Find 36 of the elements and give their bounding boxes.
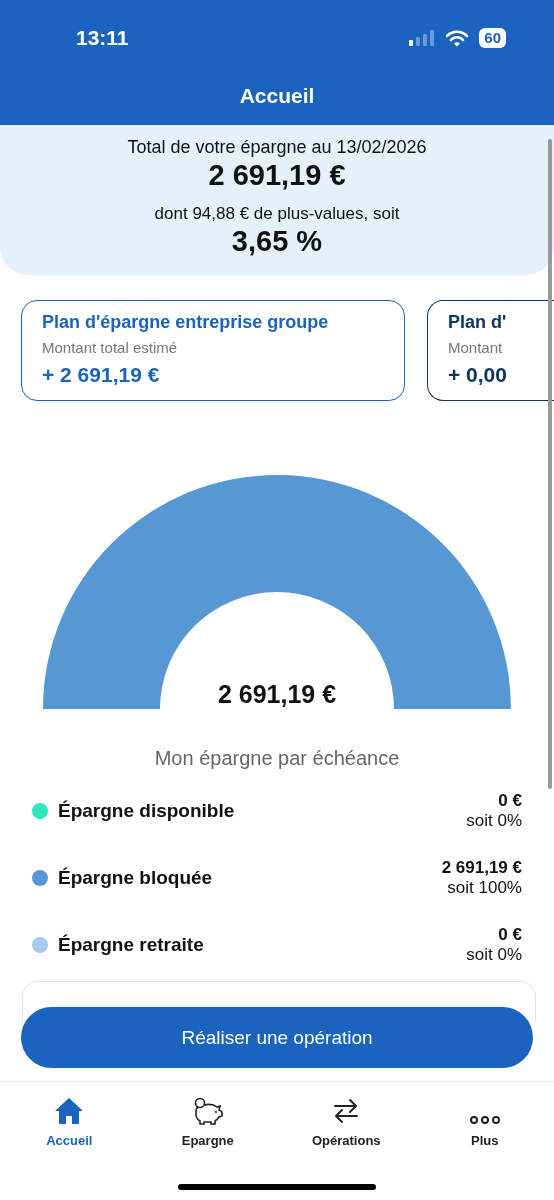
legend-label: Épargne bloquée bbox=[58, 866, 214, 889]
summary-label: Total de votre épargne au 13/02/2026 bbox=[126, 137, 428, 158]
more-icon bbox=[469, 1115, 500, 1125]
plan-amount: + 2 691,19 € bbox=[42, 363, 161, 387]
plan-amount: + 0,00 bbox=[448, 363, 508, 387]
battery-level: 60 bbox=[479, 28, 506, 48]
gauge-caption: Mon épargne par échéance bbox=[153, 747, 401, 770]
plan-title: Plan d'épargne entreprise groupe bbox=[42, 312, 330, 333]
transfer-arrows-icon bbox=[332, 1097, 361, 1125]
plan-card[interactable]: Plan d' Montant + 0,00 bbox=[427, 300, 554, 401]
nav-tab[interactable]: Accueil bbox=[0, 1094, 139, 1148]
legend-label: Épargne retraite bbox=[58, 933, 205, 956]
wifi-icon bbox=[445, 29, 470, 47]
operation-button[interactable]: Réaliser une opération bbox=[21, 1007, 533, 1068]
home-icon bbox=[54, 1097, 85, 1125]
total-amount: 2 691,19 € bbox=[207, 158, 347, 192]
legend-share: soit 0% bbox=[466, 810, 522, 831]
legend-label: Épargne disponible bbox=[58, 799, 236, 822]
page-title: Accueil bbox=[238, 84, 316, 108]
nav-tab[interactable]: Epargne bbox=[138, 1094, 277, 1148]
gains-label: dont 94,88 € de plus-values, soit bbox=[153, 204, 401, 224]
nav-tab[interactable]: Plus bbox=[415, 1094, 554, 1148]
nav-tab[interactable]: Opérations bbox=[277, 1094, 416, 1148]
status-time: 13:11 bbox=[76, 26, 129, 50]
legend-share: soit 0% bbox=[466, 944, 522, 965]
plan-subtitle: Montant bbox=[448, 339, 504, 356]
legend-amount: 2 691,19 € bbox=[441, 857, 522, 878]
legend-amount: 0 € bbox=[498, 924, 522, 945]
legend-amount: 0 € bbox=[498, 790, 522, 811]
plan-subtitle: Montant total estimé bbox=[42, 339, 179, 356]
gains-percent: 3,65 % bbox=[230, 224, 324, 258]
plan-card[interactable]: Plan d'épargne entreprise groupe Montant total estimé + 2 691,19 € bbox=[21, 300, 405, 401]
gauge-value: 2 691,19 € bbox=[217, 680, 337, 709]
plan-title: Plan d' bbox=[448, 312, 508, 333]
signal-icon bbox=[409, 30, 436, 46]
legend-share: soit 100% bbox=[447, 877, 522, 898]
